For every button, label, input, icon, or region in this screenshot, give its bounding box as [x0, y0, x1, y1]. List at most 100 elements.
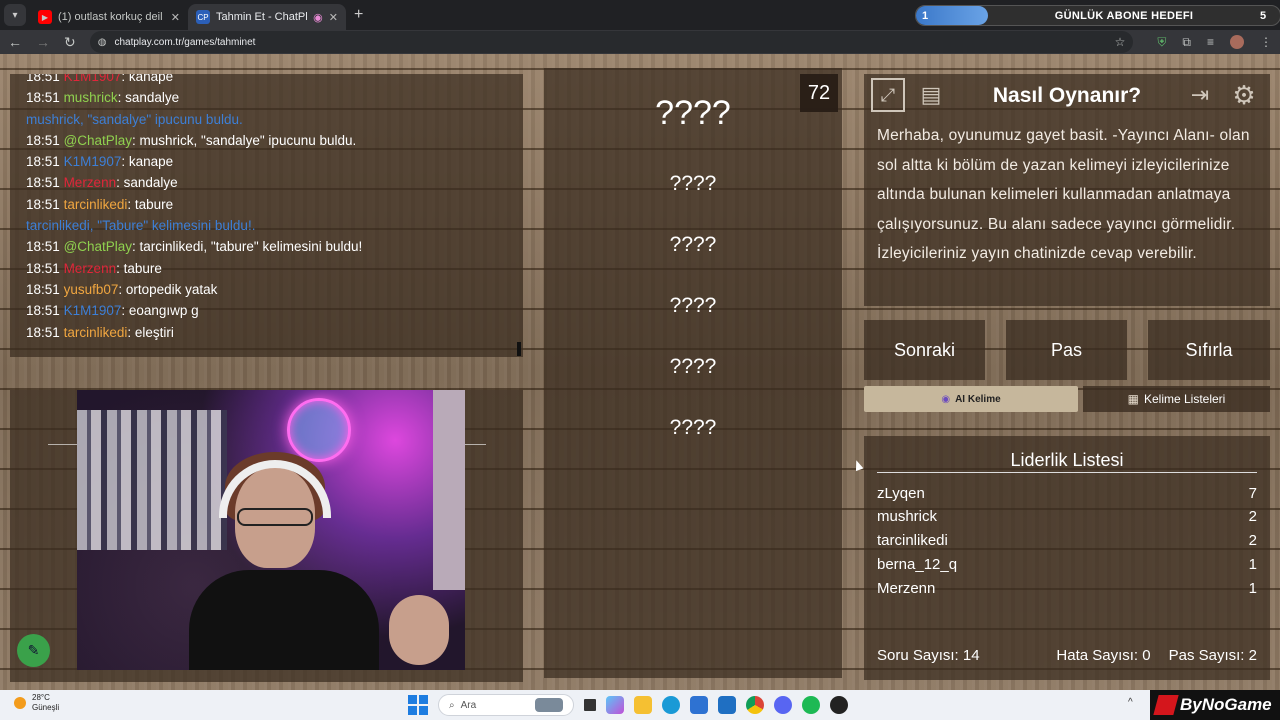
record-icon: ◉ — [313, 11, 323, 24]
closet-clothes — [77, 410, 227, 550]
player-name: zLyqen — [877, 485, 925, 502]
hidden-clue: ???? — [669, 416, 717, 439]
pass-count-label: Pas Sayısı: — [1168, 647, 1245, 664]
error-count-label: Hata Sayısı: — [1056, 647, 1139, 664]
close-icon[interactable]: ✕ — [329, 11, 338, 24]
site-info-icon[interactable]: ◍ — [98, 37, 107, 48]
bynogame-logo: ByNoGame — [1150, 690, 1280, 720]
tab-search-icon[interactable]: ▾ — [4, 4, 26, 26]
clipboard-icon: ▦ — [1127, 392, 1139, 406]
chat-username[interactable]: K1M1907 — [64, 154, 122, 169]
new-tab-button[interactable]: + — [354, 6, 363, 24]
chat-message: 18:51 K1M1907: kanape — [26, 151, 523, 172]
next-button[interactable]: Sonraki — [864, 320, 985, 380]
chat-message: 18:51 @ChatPlay: tarcinlikedi, "tabure" … — [26, 236, 523, 257]
task-view-icon[interactable] — [584, 699, 596, 711]
chat-username[interactable]: Merzenn — [64, 175, 117, 190]
leaderboard-divider — [877, 472, 1257, 473]
game-stats: Soru Sayısı: 14 Hata Sayısı: 0 Pas Sayıs… — [877, 647, 1257, 664]
chat-scrollbar[interactable] — [517, 342, 521, 356]
pass-button[interactable]: Pas — [1006, 320, 1127, 380]
windows-taskbar: 28°C Güneşli ⌕ Ara — [0, 690, 1280, 720]
close-icon[interactable]: ✕ — [171, 11, 180, 24]
chat-username[interactable]: tarcinlikedi — [64, 197, 128, 212]
media-control-icon[interactable]: ≡ — [1207, 35, 1214, 49]
divider — [48, 444, 77, 445]
word-lists-button[interactable]: ▦ Kelime Listeleri — [1083, 386, 1270, 412]
forward-icon[interactable]: → — [36, 34, 50, 50]
settings-gear-icon[interactable]: ⚙ — [1227, 78, 1261, 112]
chevron-up-icon[interactable]: ^ — [1128, 697, 1133, 708]
ai-word-button[interactable]: ◉ AI Kelime — [864, 386, 1078, 412]
edit-pencil-button[interactable]: ✎ — [17, 634, 50, 667]
chat-username[interactable]: mushrick, — [26, 112, 88, 127]
reload-icon[interactable]: ↻ — [64, 34, 76, 51]
chat-username[interactable]: tarcinlikedi, — [26, 218, 97, 233]
chat-message-list: 18:51 K1M1907: kanape 18:51 mushrick: san… — [26, 74, 523, 343]
how-to-play-text: Merhaba, oyunumuz gayet basit. -Yayıncı … — [877, 127, 1250, 262]
leaderboard-row: mushrick 2 — [877, 508, 1257, 525]
chat-text: "Tabure" kelimesini buldu!. — [97, 218, 256, 234]
exit-icon[interactable]: ⇥ — [1183, 78, 1217, 112]
player-score: 7 — [1248, 485, 1257, 502]
notes-icon[interactable]: ▤ — [914, 78, 948, 112]
tab-chatplay[interactable]: CP Tahmin Et - ChatPlay ◉ ✕ — [188, 4, 346, 30]
pass-count-value: 2 — [1248, 647, 1257, 664]
back-icon[interactable]: ← — [8, 34, 22, 50]
url-text[interactable]: chatplay.com.tr/games/tahminet — [114, 37, 1106, 48]
chat-username[interactable]: @ChatPlay — [64, 239, 132, 254]
chat-timestamp: 18:51 — [26, 196, 60, 212]
tab-title: (1) outlast korkuç deil - YouTub — [58, 11, 165, 23]
pass-count: Pas Sayısı: 2 — [1169, 647, 1257, 664]
chat-timestamp: 18:51 — [26, 324, 60, 340]
player-name: mushrick — [877, 508, 938, 525]
fullscreen-icon[interactable]: ⤢ — [871, 78, 905, 112]
word-lists-label: Kelime Listeleri — [1143, 392, 1226, 406]
goal-current: 1 — [922, 9, 929, 22]
discord-icon[interactable] — [774, 696, 792, 714]
spotify-icon[interactable] — [802, 696, 820, 714]
menu-icon[interactable]: ⋮ — [1260, 35, 1272, 49]
extensions-icon[interactable]: ⧉ — [1182, 35, 1191, 50]
extension-shield-icon[interactable]: ⛨ — [1157, 35, 1166, 50]
search-placeholder: Ara — [460, 699, 477, 711]
chat-username[interactable]: Merzenn — [64, 261, 117, 276]
chat-message: 18:51 @ChatPlay: mushrick, "sandalye" ip… — [26, 130, 523, 151]
player-name: tarcinlikedi — [877, 532, 948, 549]
chat-username[interactable]: K1M1907 — [64, 303, 122, 318]
outlook-icon[interactable] — [718, 696, 736, 714]
taskbar-search[interactable]: ⌕ Ara — [438, 694, 574, 716]
file-explorer-icon[interactable] — [634, 696, 652, 714]
profile-avatar[interactable] — [1230, 35, 1244, 49]
chrome-icon[interactable] — [746, 696, 764, 714]
reset-button[interactable]: Sıfırla — [1148, 320, 1270, 380]
weather-widget[interactable]: 28°C Güneşli — [14, 693, 59, 713]
bynogame-mark-icon — [1153, 695, 1179, 715]
chat-message: 18:51 mushrick: sandalye — [26, 87, 523, 108]
chat-message: 18:51 tarcinlikedi: tabure — [26, 194, 523, 215]
tab-youtube[interactable]: ▶ (1) outlast korkuç deil - YouTub ✕ — [30, 4, 188, 30]
search-highlight-icon — [535, 698, 563, 712]
chat-username[interactable]: mushrick — [64, 90, 118, 105]
chat-username[interactable]: yusufb07 — [64, 282, 119, 297]
chat-text: : tabure — [127, 196, 174, 212]
player-name: berna_12_q — [877, 556, 958, 573]
copilot-icon[interactable] — [606, 696, 624, 714]
question-count-label: Soru Sayısı: — [877, 647, 959, 664]
chat-timestamp: 18:51 — [26, 90, 60, 106]
address-bar[interactable]: ◍ chatplay.com.tr/games/tahminet ☆ — [89, 31, 1134, 53]
windows-start-icon[interactable] — [408, 695, 428, 715]
chat-timestamp: 18:51 — [26, 175, 60, 191]
edge-icon[interactable] — [662, 696, 680, 714]
bookmark-star-icon[interactable]: ☆ — [1115, 35, 1126, 49]
search-icon: ⌕ — [449, 699, 455, 711]
chat-timestamp: 18:51 — [26, 303, 60, 319]
obs-icon[interactable] — [830, 696, 848, 714]
leaderboard-title: Liderlik Listesi — [1010, 450, 1124, 470]
store-icon[interactable] — [690, 696, 708, 714]
chat-username[interactable]: K1M1907 — [64, 74, 122, 84]
chat-username[interactable]: @ChatPlay — [64, 133, 132, 148]
chat-username[interactable]: tarcinlikedi — [64, 325, 128, 340]
door — [433, 390, 465, 590]
browser-toolbar: ← → ↻ ◍ chatplay.com.tr/games/tahminet ☆… — [0, 30, 1280, 54]
